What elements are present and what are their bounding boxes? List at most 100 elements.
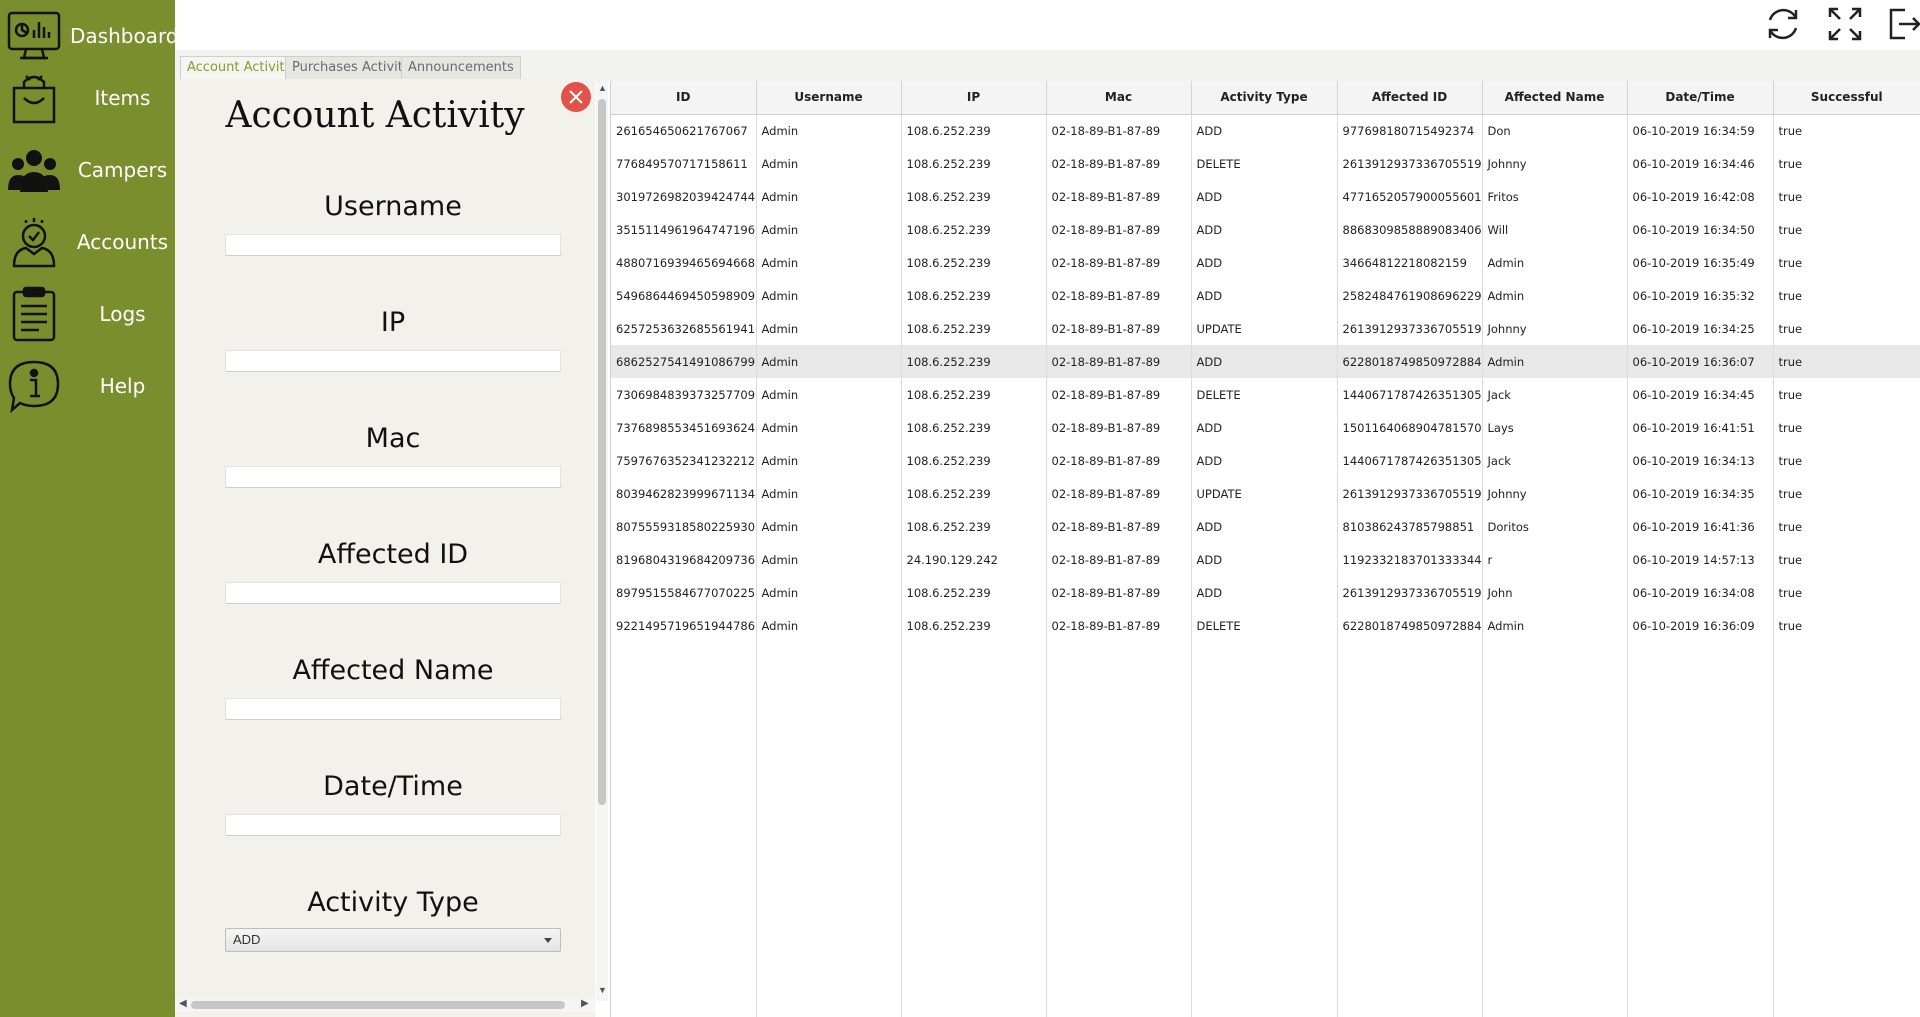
- mac-field[interactable]: [225, 466, 561, 488]
- chevron-down-icon: [544, 938, 552, 943]
- table-cell-activity-type: ADD: [1191, 510, 1338, 543]
- scroll-right-icon[interactable]: ▶: [581, 998, 589, 1009]
- scroll-left-icon[interactable]: ◀: [179, 998, 187, 1009]
- table-cell-successful: true: [1773, 609, 1920, 642]
- tab-purchases-activity[interactable]: Purchases Activity: [285, 56, 418, 79]
- table-cell-affected-name: Jack: [1482, 444, 1628, 477]
- tab-strip: Account Activity Purchases Activity Anno…: [175, 50, 1920, 81]
- fullscreen-button[interactable]: [1825, 4, 1869, 44]
- table-cell-successful: true: [1773, 510, 1920, 543]
- table-row[interactable]: 3515114961964747196 Admin 108.6.252.239 02-…: [611, 213, 1920, 246]
- scroll-down-icon[interactable]: ▼: [598, 985, 607, 995]
- logout-button[interactable]: [1885, 4, 1920, 44]
- table-cell-id: 8075559318580225930: [611, 510, 757, 543]
- table-cell-affected-id: 4771652057900055601: [1337, 180, 1483, 213]
- table-cell-activity-type: ADD: [1191, 576, 1338, 609]
- table-cell-ip: 108.6.252.239: [901, 147, 1047, 180]
- table-cell-id: 5496864469450598909: [611, 279, 757, 312]
- table-cell-activity-type: ADD: [1191, 345, 1338, 378]
- tab-account-activity[interactable]: Account Activity: [180, 56, 300, 79]
- activity-type-select[interactable]: ADD: [225, 928, 561, 952]
- scrollbar-thumb[interactable]: [191, 1001, 565, 1009]
- table-cell-id: 7597676352341232212: [611, 444, 757, 477]
- sidebar-item-campers[interactable]: Campers: [0, 134, 175, 206]
- table-cell-username: Admin: [756, 345, 902, 378]
- activity-type-label: Activity Type: [307, 887, 479, 918]
- table-row[interactable]: 7376898553451693624 Admin 108.6.252.239 02-…: [611, 411, 1920, 444]
- column-header-username[interactable]: Username: [756, 81, 902, 115]
- sidebar-item-label: Help: [99, 374, 146, 398]
- table-row[interactable]: 776849570717158611 Admin 108.6.252.239 02-1…: [611, 147, 1920, 180]
- column-header-ip[interactable]: IP: [901, 81, 1047, 115]
- table-row[interactable]: 6862527541491086799 Admin 108.6.252.239 02-…: [611, 345, 1920, 378]
- table-cell-activity-type: ADD: [1191, 114, 1338, 147]
- sidebar-item-label: Accounts: [76, 230, 169, 254]
- scroll-up-icon[interactable]: ▲: [598, 83, 607, 93]
- sidebar-item-help[interactable]: Help: [0, 350, 175, 422]
- tab-announcements[interactable]: Announcements: [401, 56, 521, 79]
- table-cell-affected-name: Fritos: [1482, 180, 1628, 213]
- sidebar-item-accounts[interactable]: Accounts: [0, 206, 175, 278]
- shopping-bag-icon: [6, 70, 62, 126]
- column-header-date-time[interactable]: Date/Time: [1627, 81, 1774, 115]
- expand-icon: [1825, 7, 1865, 48]
- table-row[interactable]: 5496864469450598909 Admin 108.6.252.239 02-…: [611, 279, 1920, 312]
- date-time-field[interactable]: [225, 814, 561, 836]
- scrollbar-thumb[interactable]: [598, 99, 606, 805]
- column-header-activity-type[interactable]: Activity Type: [1191, 81, 1338, 115]
- table-cell-affected-name: Admin: [1482, 345, 1628, 378]
- column-header-successful[interactable]: Successful: [1773, 81, 1920, 115]
- sidebar-item-logs[interactable]: Logs: [0, 278, 175, 350]
- table-cell-ip: 108.6.252.239: [901, 213, 1047, 246]
- table-row[interactable]: 8075559318580225930 Admin 108.6.252.239 02-…: [611, 510, 1920, 543]
- sidebar-item-items[interactable]: Items: [0, 62, 175, 134]
- info-icon: [6, 358, 62, 414]
- table-cell-affected-id: 2613912937336705519: [1337, 477, 1483, 510]
- affected-name-field[interactable]: [225, 698, 561, 720]
- affected-id-field[interactable]: [225, 582, 561, 604]
- sidebar-item-label: Logs: [99, 302, 146, 326]
- table-cell-id: 776849570717158611: [611, 147, 757, 180]
- table-row[interactable]: 8039462823999671134 Admin 108.6.252.239 02-…: [611, 477, 1920, 510]
- table-cell-mac: 02-18-89-B1-87-89: [1046, 609, 1192, 642]
- table-cell-ip: 108.6.252.239: [901, 477, 1047, 510]
- table-cell-affected-id: 1440671787426351305: [1337, 444, 1483, 477]
- ip-field[interactable]: [225, 350, 561, 372]
- form-horizontal-scrollbar[interactable]: ◀ ▶: [175, 998, 595, 1012]
- table-cell-affected-id: 977698180715492374: [1337, 114, 1483, 147]
- table-cell-activity-type: DELETE: [1191, 147, 1338, 180]
- table-row[interactable]: 261654650621767067 Admin 108.6.252.239 02-1…: [611, 114, 1920, 147]
- table-row[interactable]: 8196804319684209736 Admin 24.190.129.242 02…: [611, 543, 1920, 576]
- table-cell-date-time: 06-10-2019 16:34:08: [1627, 576, 1774, 609]
- table-row[interactable]: 7597676352341232212 Admin 108.6.252.239 02-…: [611, 444, 1920, 477]
- table-row[interactable]: 6257253632685561941 Admin 108.6.252.239 02-…: [611, 312, 1920, 345]
- column-header-id[interactable]: ID: [611, 81, 757, 115]
- people-group-icon: [6, 142, 62, 198]
- close-button[interactable]: [561, 82, 591, 112]
- table-cell-successful: true: [1773, 378, 1920, 411]
- table-row[interactable]: 8979515584677070225 Admin 108.6.252.239 02-…: [611, 576, 1920, 609]
- table-cell-successful: true: [1773, 147, 1920, 180]
- form-vertical-scrollbar[interactable]: ▲ ▼: [596, 81, 608, 1001]
- table-cell-ip: 108.6.252.239: [901, 246, 1047, 279]
- table-cell-username: Admin: [756, 411, 902, 444]
- column-header-affected-id[interactable]: Affected ID: [1337, 81, 1483, 115]
- column-header-affected-name[interactable]: Affected Name: [1482, 81, 1628, 115]
- table-cell-successful: true: [1773, 213, 1920, 246]
- table-row[interactable]: 3019726982039424744 Admin 108.6.252.239 02-…: [611, 180, 1920, 213]
- table-cell-affected-name: Johnny: [1482, 312, 1628, 345]
- username-field[interactable]: [225, 234, 561, 256]
- table-row[interactable]: 4880716939465694668 Admin 108.6.252.239 02-…: [611, 246, 1920, 279]
- table-row[interactable]: 9221495719651944786 Admin 108.6.252.239 02-…: [611, 609, 1920, 642]
- table-cell-ip: 108.6.252.239: [901, 312, 1047, 345]
- column-header-mac[interactable]: Mac: [1046, 81, 1192, 115]
- table-cell-mac: 02-18-89-B1-87-89: [1046, 345, 1192, 378]
- table-cell-username: Admin: [756, 246, 902, 279]
- table-cell-affected-name: r: [1482, 543, 1628, 576]
- table-row[interactable]: 7306984839373257709 Admin 108.6.252.239 02-…: [611, 378, 1920, 411]
- refresh-button[interactable]: [1763, 4, 1807, 44]
- table-cell-successful: true: [1773, 543, 1920, 576]
- table-cell-ip: 108.6.252.239: [901, 345, 1047, 378]
- activity-table: ID Username IP Mac Activity Type Affected ID A…: [611, 81, 1920, 642]
- table-cell-ip: 108.6.252.239: [901, 411, 1047, 444]
